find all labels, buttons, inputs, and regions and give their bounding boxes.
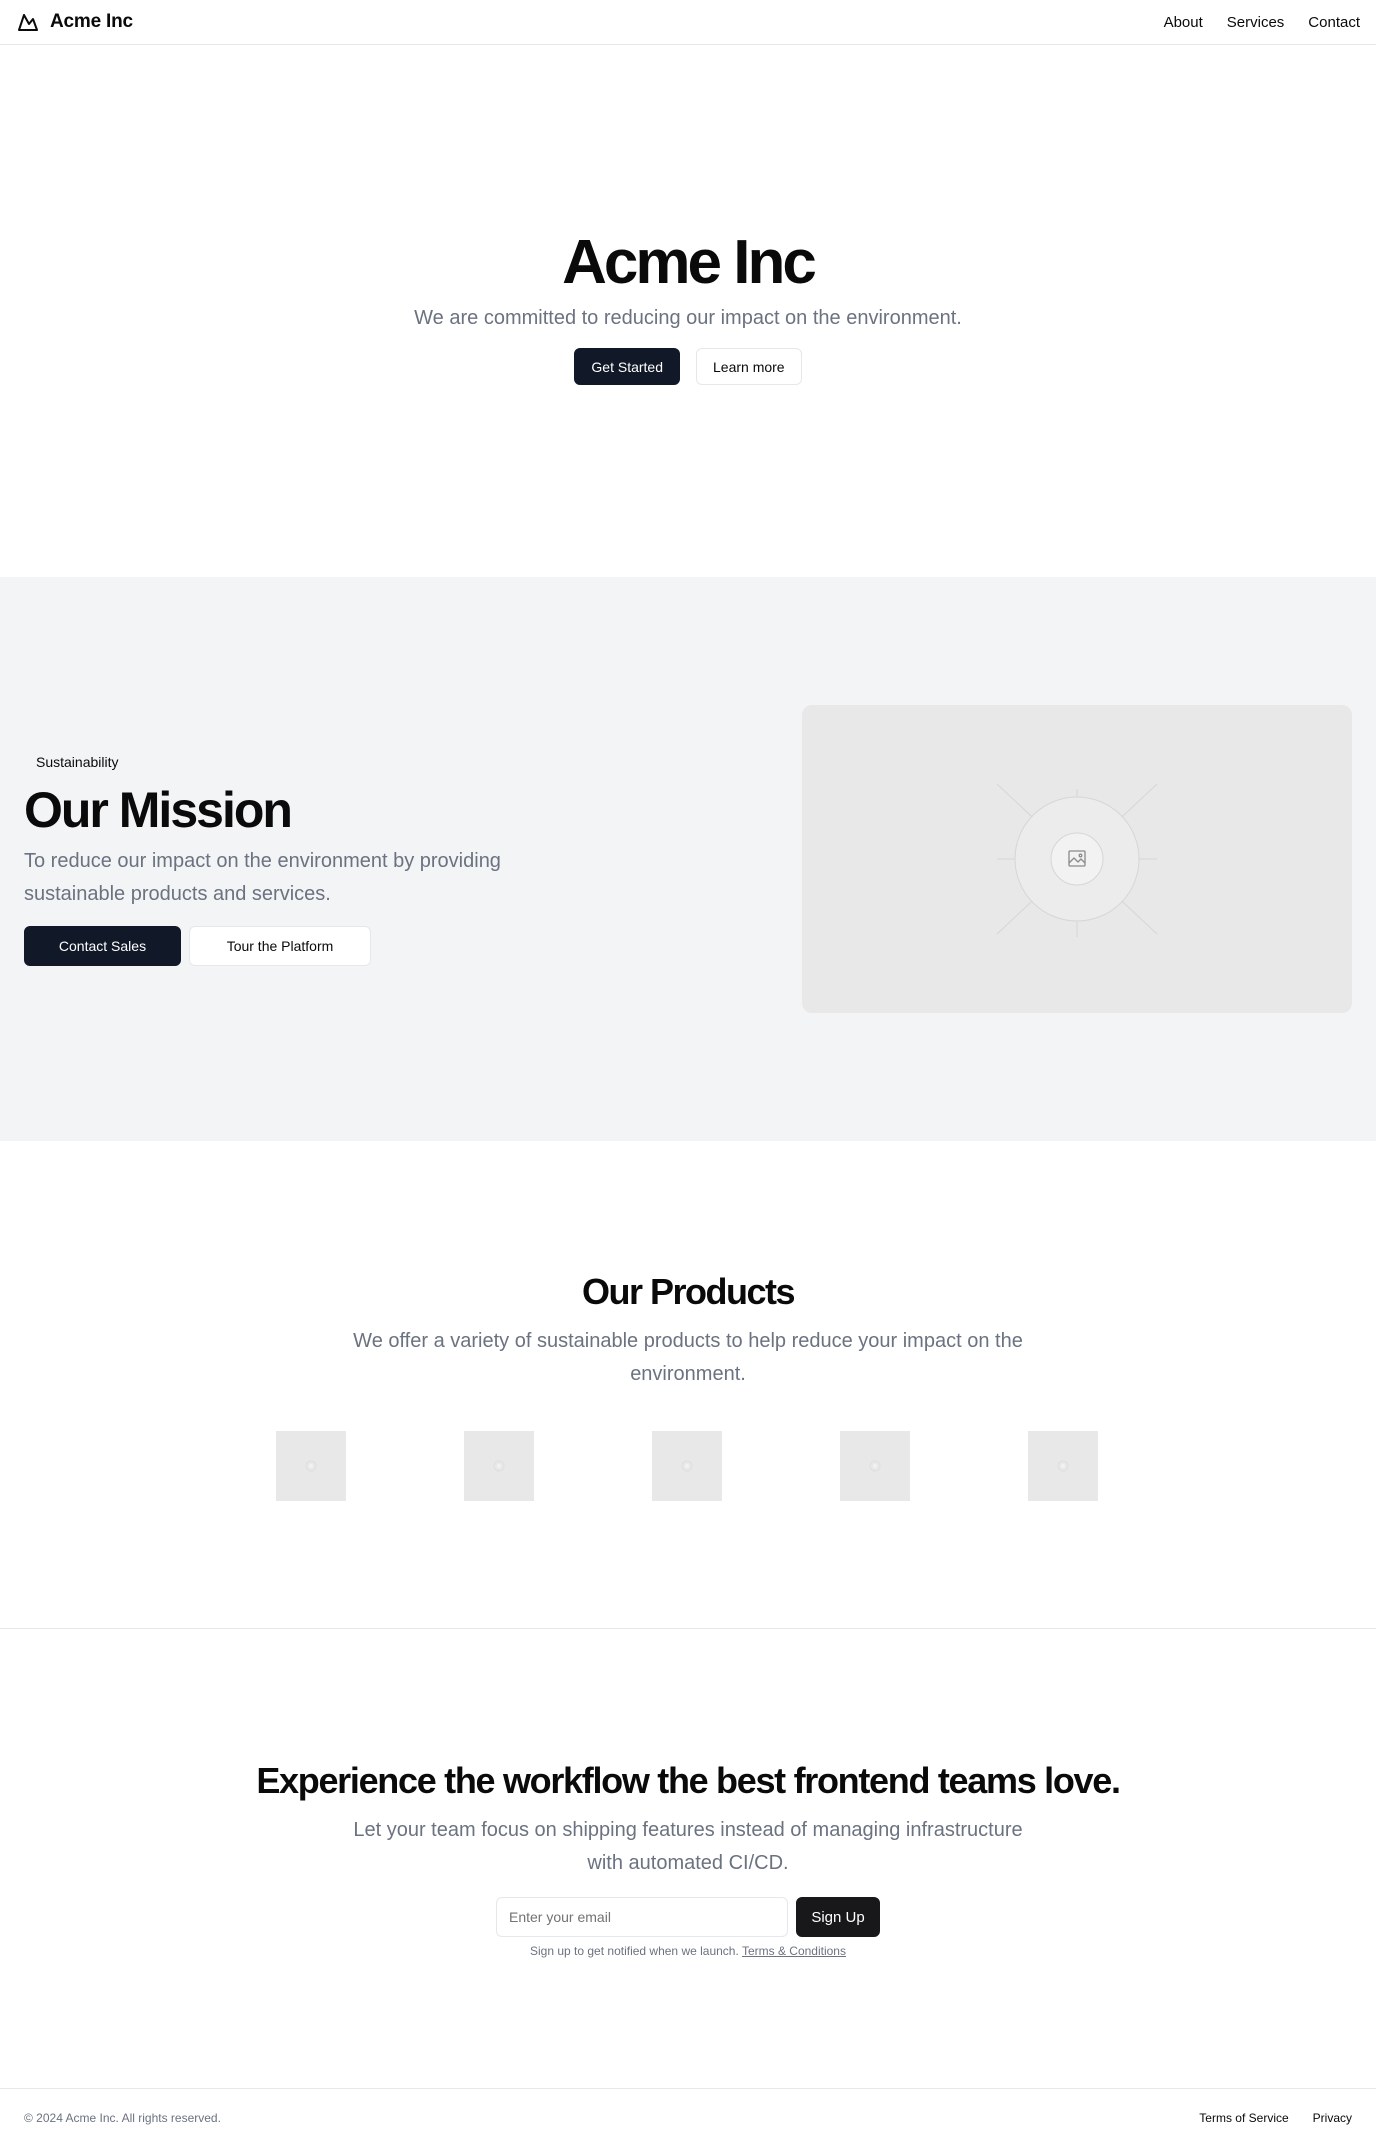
hero-title: Acme Inc <box>562 228 817 297</box>
products-text: We offer a variety of sustainable produc… <box>353 1330 1023 1385</box>
footer-nav: Terms of Service Privacy <box>1199 2111 1352 2125</box>
contact-sales-button[interactable]: Contact Sales <box>24 926 181 966</box>
product-image-3 <box>652 1431 722 1501</box>
terms-of-service-link[interactable]: Terms of Service <box>1199 2111 1288 2125</box>
product-list <box>276 1431 1098 1501</box>
image-placeholder-icon <box>493 1460 505 1472</box>
site-footer: © 2024 Acme Inc. All rights reserved. Te… <box>0 2088 1376 2154</box>
nav-link-about[interactable]: About <box>1164 14 1203 31</box>
mission-section: Sustainability Our Mission To reduce our… <box>0 577 1376 1141</box>
signup-section: Experience the workflow the best fronten… <box>0 1630 1376 2088</box>
products-title: Our Products <box>581 1271 796 1312</box>
hero-actions: Get Started Learn more <box>0 348 1376 385</box>
copyright-text: © 2024 Acme Inc. All rights reserved. <box>24 2111 221 2125</box>
mission-text: To reduce our impact on the environment … <box>24 850 501 905</box>
terms-conditions-link[interactable]: Terms & Conditions <box>742 1944 846 1958</box>
mountain-icon <box>18 14 38 31</box>
signup-note-text: Sign up to get notified when we launch. <box>530 1944 739 1958</box>
site-header: Acme Inc About Services Contact <box>0 0 1376 45</box>
email-input[interactable] <box>496 1897 788 1937</box>
signup-text: Let your team focus on shipping features… <box>353 1819 1023 1874</box>
brand-link[interactable]: Acme Inc <box>16 0 133 44</box>
image-placeholder-icon <box>996 783 1158 937</box>
mission-image-placeholder <box>802 705 1352 1013</box>
image-placeholder-icon <box>305 1460 317 1472</box>
product-image-4 <box>840 1431 910 1501</box>
signup-note: Sign up to get notified when we launch. … <box>0 1944 1376 1958</box>
mission-title: Our Mission <box>24 782 293 838</box>
product-image-1 <box>276 1431 346 1501</box>
brand-name: Acme Inc <box>50 11 133 32</box>
sign-up-button[interactable]: Sign Up <box>796 1897 880 1937</box>
tour-platform-button[interactable]: Tour the Platform <box>189 926 371 966</box>
get-started-button[interactable]: Get Started <box>574 348 680 385</box>
product-image-2 <box>464 1431 534 1501</box>
hero-subtitle: We are committed to reducing our impact … <box>414 307 962 329</box>
products-section: Our Products We offer a variety of susta… <box>0 1141 1376 1629</box>
image-placeholder-icon <box>1057 1460 1069 1472</box>
signup-form: Sign Up <box>496 1897 880 1937</box>
main-nav: About Services Contact <box>1164 0 1360 44</box>
signup-title: Experience the workflow the best fronten… <box>256 1760 1121 1801</box>
hero-section: Acme Inc We are committed to reducing ou… <box>0 45 1376 577</box>
learn-more-button[interactable]: Learn more <box>696 348 802 385</box>
image-placeholder-icon <box>869 1460 881 1472</box>
product-image-5 <box>1028 1431 1098 1501</box>
nav-link-contact[interactable]: Contact <box>1308 14 1360 31</box>
privacy-link[interactable]: Privacy <box>1313 2111 1352 2125</box>
sustainability-badge: Sustainability <box>24 749 131 775</box>
nav-link-services[interactable]: Services <box>1227 14 1285 31</box>
image-placeholder-icon <box>681 1460 693 1472</box>
mission-actions: Contact Sales Tour the Platform <box>24 926 371 966</box>
